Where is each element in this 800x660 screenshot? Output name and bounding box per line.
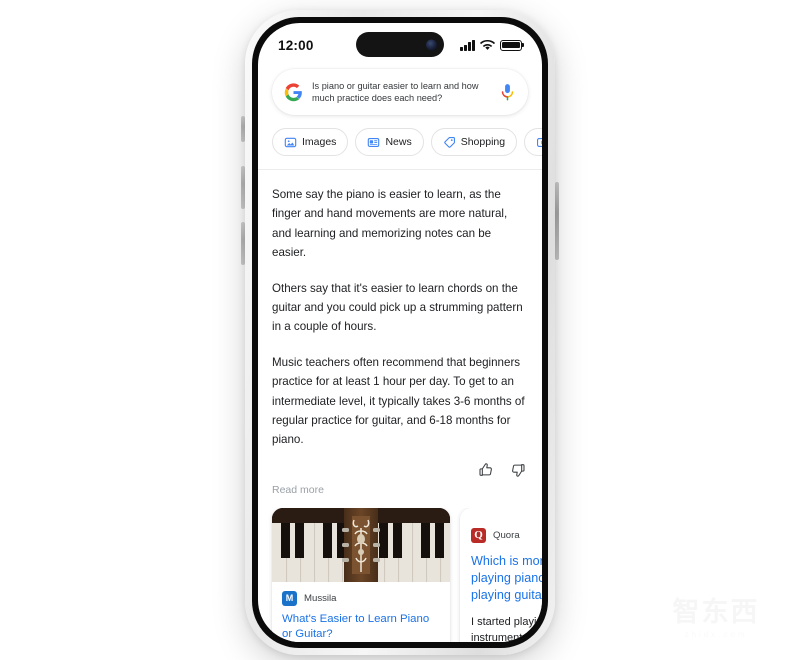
power-button[interactable] [555,182,559,260]
card-source-name: Mussila [304,592,337,604]
card-thumbnail-guitar-on-piano [272,507,450,582]
search-query-line-1: Is piano or guitar easier to learn and h… [312,81,479,91]
card-snippet-line: instruments th [471,632,541,642]
filter-chip-row[interactable]: Images News Shopping [258,115,542,170]
google-logo-icon [284,82,302,101]
card-snippet-line: I started playin [471,615,542,628]
search-bar-container: Is piano or guitar easier to learn and h… [258,65,542,115]
phone-device-frame: 12:00 Is piano or guitar easier to learn… [245,10,555,655]
card-snippet: I started playin instruments th now, aft… [471,604,542,642]
status-bar-indicators [460,39,522,51]
card-title-line: playing guitar [471,587,542,602]
chip-news[interactable]: News [355,128,424,156]
search-bar[interactable]: Is piano or guitar easier to learn and h… [272,69,528,115]
thumbs-up-icon[interactable] [478,462,494,478]
answer-paragraph-1: Some say the piano is easier to learn, a… [272,188,508,260]
answer-feedback-row[interactable] [258,462,542,478]
watermark-en-text: zhidx.com [684,630,748,639]
wifi-icon [480,39,495,50]
piano-keys-illustration [272,507,450,582]
front-camera-icon [426,39,437,50]
video-icon [537,137,542,147]
watermark: 智东西 zhidx.com [646,598,786,650]
ai-answer-body: Some say the piano is easier to learn, a… [258,170,542,450]
thumbs-down-icon[interactable] [510,462,526,478]
status-bar-clock: 12:00 [278,37,314,53]
source-card-quora[interactable]: Q Quora Which is more playing piano play… [460,507,542,642]
card-source-row: Q Quora [471,519,542,547]
answer-paragraph-3: Music teachers often recommend that begi… [272,355,525,447]
status-bar: 12:00 [258,23,542,65]
watermark-cn-text: 智东西 [672,597,760,628]
card-title-link[interactable]: What's Easier to Learn Piano or Guitar? [272,610,450,642]
source-card-carousel[interactable]: M Mussila What's Easier to Learn Piano o… [258,507,542,642]
card-source-row: M Mussila [272,582,450,610]
dynamic-island [356,32,444,57]
answer-paragraph-2: Others say that it's easier to learn cho… [272,281,523,334]
screenshot-canvas: 智东西 zhidx.com 12:00 Is piano or guitar e… [0,0,800,660]
card-title-line: playing piano [471,570,542,585]
search-query-text[interactable]: Is piano or guitar easier to learn and h… [312,80,490,104]
chip-shopping[interactable]: Shopping [430,128,518,156]
price-tag-icon [443,136,455,148]
image-icon [284,137,297,147]
source-card-mussila[interactable]: M Mussila What's Easier to Learn Piano o… [272,507,450,642]
news-icon [368,137,380,147]
cellular-signal-icon [460,39,475,51]
quora-favicon-icon: Q [471,527,486,543]
microphone-icon[interactable] [499,83,516,102]
chip-label: Shopping [460,136,506,148]
phone-bezel: 12:00 Is piano or guitar easier to learn… [252,17,548,648]
phone-screen: 12:00 Is piano or guitar easier to learn… [258,23,542,642]
card-source-name: Quora [493,529,520,541]
card-title-link[interactable]: Which is more playing piano playing guit… [471,547,542,604]
card-title-line: Which is more [471,553,542,568]
mussila-favicon-icon: M [282,590,297,606]
chip-label: Images [302,136,337,148]
chip-videos[interactable]: Vide [524,128,542,156]
battery-icon [500,39,522,51]
chip-images[interactable]: Images [272,128,349,156]
chip-label: News [385,136,412,148]
read-more-button[interactable]: Read more [258,478,542,508]
search-query-line-2: much practice does each need? [312,93,443,103]
